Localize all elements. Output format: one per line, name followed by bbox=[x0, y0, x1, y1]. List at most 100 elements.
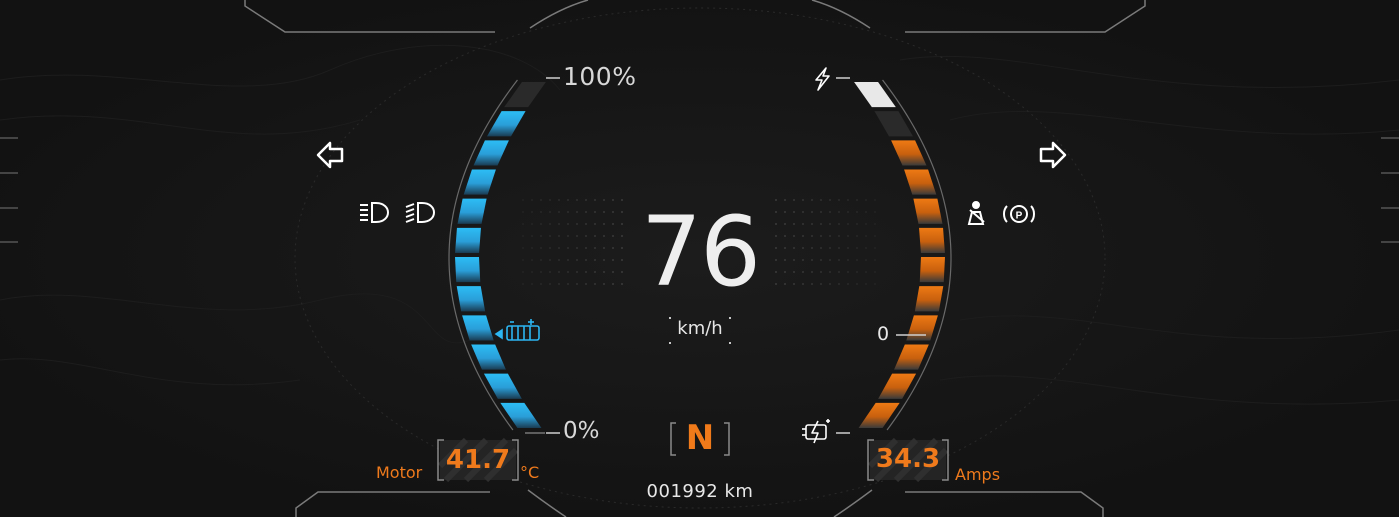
parking-brake-letter: P bbox=[1016, 211, 1023, 222]
grid-dot bbox=[567, 211, 569, 213]
grid-dot bbox=[874, 283, 876, 285]
grid-dot bbox=[549, 223, 551, 225]
grid-dot bbox=[558, 283, 560, 285]
grid-dot bbox=[567, 259, 569, 261]
gauge-segment bbox=[456, 286, 486, 312]
grid-dot bbox=[585, 247, 587, 249]
grid-dot bbox=[531, 271, 533, 273]
grid-dot bbox=[531, 211, 533, 213]
grid-dot bbox=[820, 271, 822, 273]
grid-dot bbox=[567, 235, 569, 237]
grid-dot bbox=[585, 199, 587, 201]
grid-dot bbox=[847, 211, 849, 213]
grid-dot bbox=[847, 283, 849, 285]
grid-dot bbox=[865, 271, 867, 273]
grid-dot bbox=[811, 211, 813, 213]
grid-dot bbox=[558, 223, 560, 225]
grid-dot bbox=[522, 199, 524, 201]
motor-temp-label: Motor bbox=[376, 463, 423, 482]
grid-dot bbox=[874, 223, 876, 225]
grid-dot bbox=[522, 223, 524, 225]
grid-dot bbox=[567, 271, 569, 273]
gauge-segment bbox=[914, 286, 944, 312]
grid-dot bbox=[802, 247, 804, 249]
grid-dot bbox=[531, 235, 533, 237]
grid-dot bbox=[594, 283, 596, 285]
grid-dot bbox=[567, 283, 569, 285]
grid-dot bbox=[594, 199, 596, 201]
gauge-segment bbox=[913, 198, 943, 224]
grid-dot bbox=[838, 211, 840, 213]
grid-dot bbox=[540, 271, 542, 273]
grid-dot bbox=[829, 271, 831, 273]
grid-dot bbox=[820, 199, 822, 201]
speed-value: 76 bbox=[640, 196, 761, 308]
grid-dot bbox=[594, 223, 596, 225]
grid-dot bbox=[576, 199, 578, 201]
grid-dot bbox=[838, 283, 840, 285]
odometer: 001992 km bbox=[646, 481, 754, 502]
grid-dot bbox=[802, 259, 804, 261]
grid-dot bbox=[567, 247, 569, 249]
grid-dot bbox=[820, 211, 822, 213]
grid-dot bbox=[540, 247, 542, 249]
grid-dot bbox=[549, 211, 551, 213]
grid-dot bbox=[549, 247, 551, 249]
grid-dot bbox=[847, 199, 849, 201]
grid-dot bbox=[829, 199, 831, 201]
grid-dot bbox=[865, 223, 867, 225]
speed-unit: km/h bbox=[677, 318, 723, 339]
gauge-segment bbox=[457, 198, 487, 224]
grid-dot bbox=[811, 259, 813, 261]
grid-dot bbox=[522, 259, 524, 261]
grid-dot bbox=[549, 283, 551, 285]
grid-dot bbox=[856, 199, 858, 201]
current-unit: Amps bbox=[955, 465, 1001, 484]
gauge-segment bbox=[919, 257, 945, 283]
grid-dot bbox=[585, 259, 587, 261]
grid-dot bbox=[594, 211, 596, 213]
grid-dot bbox=[585, 235, 587, 237]
grid-dot bbox=[522, 271, 524, 273]
grid-dot bbox=[558, 199, 560, 201]
regen-value: 0 bbox=[876, 323, 890, 345]
grid-dot bbox=[874, 235, 876, 237]
grid-dot bbox=[522, 235, 524, 237]
grid-dot bbox=[531, 247, 533, 249]
grid-dot bbox=[576, 223, 578, 225]
grid-dot bbox=[865, 211, 867, 213]
grid-dot bbox=[802, 283, 804, 285]
grid-dot bbox=[558, 247, 560, 249]
grid-dot bbox=[531, 223, 533, 225]
grid-dot bbox=[802, 199, 804, 201]
grid-dot bbox=[558, 259, 560, 261]
grid-dot bbox=[856, 271, 858, 273]
grid-dot bbox=[829, 211, 831, 213]
grid-dot bbox=[838, 235, 840, 237]
grid-dot bbox=[540, 259, 542, 261]
grid-dot bbox=[811, 247, 813, 249]
grid-dot bbox=[820, 247, 822, 249]
grid-dot bbox=[540, 199, 542, 201]
grid-dot bbox=[540, 235, 542, 237]
battery-min-label: 0% bbox=[563, 418, 600, 444]
grid-dot bbox=[874, 247, 876, 249]
grid-dot bbox=[549, 271, 551, 273]
grid-dot bbox=[802, 271, 804, 273]
grid-dot bbox=[802, 223, 804, 225]
grid-dot bbox=[838, 199, 840, 201]
grid-dot bbox=[856, 223, 858, 225]
grid-dot bbox=[856, 259, 858, 261]
grid-dot bbox=[522, 211, 524, 213]
gauge-segment bbox=[455, 257, 481, 283]
grid-dot bbox=[829, 283, 831, 285]
grid-dot bbox=[847, 235, 849, 237]
grid-dot bbox=[847, 247, 849, 249]
grid-dot bbox=[838, 223, 840, 225]
grid-dot bbox=[820, 283, 822, 285]
grid-dot bbox=[820, 235, 822, 237]
grid-dot bbox=[829, 223, 831, 225]
grid-dot bbox=[567, 223, 569, 225]
grid-dot bbox=[838, 271, 840, 273]
grid-dot bbox=[811, 223, 813, 225]
